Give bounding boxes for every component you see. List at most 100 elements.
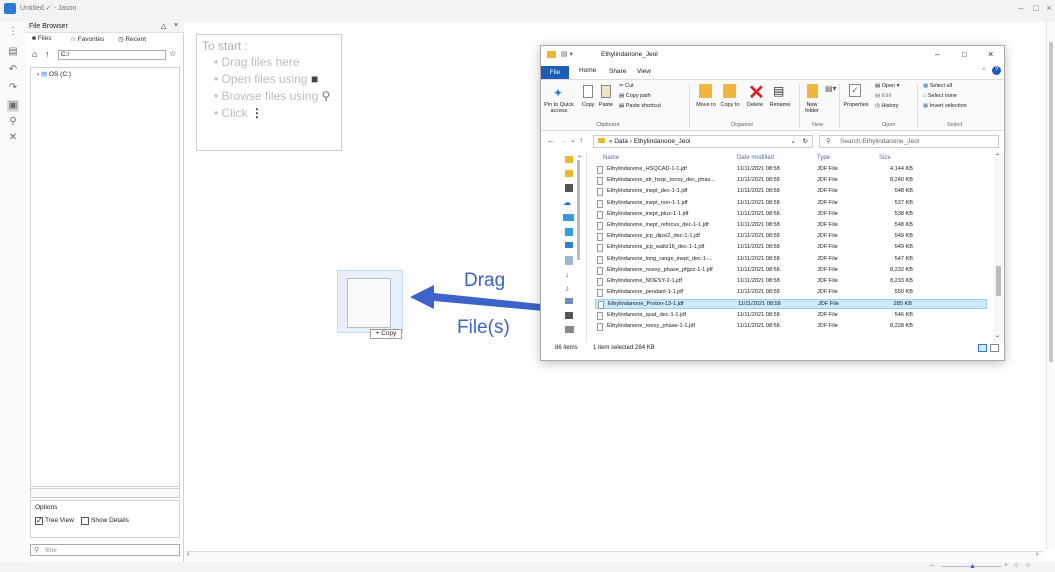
copy-path-button[interactable]: ▤ Copy path [619, 93, 651, 99]
tree-horizontal-scrollbar[interactable] [30, 488, 180, 498]
save-icon[interactable]: ▤ [7, 46, 19, 58]
onedrive-icon[interactable]: ☁ [563, 198, 571, 207]
rename-button[interactable]: Rename [767, 102, 793, 108]
close-button[interactable]: × [1042, 3, 1055, 15]
zoom-in-icon[interactable]: + [1004, 562, 1008, 569]
zoom-out-icon[interactable]: – [930, 562, 934, 569]
file-row[interactable]: Ethylindanone_quat_dec-1-1.jdf 11/11/2021… [595, 311, 987, 321]
copy-to-button[interactable]: Copy to [718, 102, 742, 108]
column-name[interactable]: Name [603, 155, 619, 161]
file-row[interactable]: Ethylindanone_inept_non-1-1.jdf 11/11/202… [595, 199, 987, 209]
file-row[interactable]: Ethylindanone_inept_refocus_dec-1-1.jdf 1… [595, 221, 987, 231]
up-icon[interactable]: ↑ [579, 136, 583, 145]
nav-document-icon[interactable] [565, 184, 573, 192]
paste-shortcut-button[interactable]: ▤ Paste shortcut [619, 103, 661, 109]
pictures-icon[interactable] [565, 298, 573, 304]
undo-icon[interactable]: ↶ [7, 64, 19, 76]
details-view-icon[interactable] [978, 344, 987, 352]
forward-icon[interactable]: → [559, 136, 567, 145]
address-bar[interactable]: « Data › Ethylindanone_Jeol ⌄ ↻ [593, 135, 813, 148]
explorer-minimize-button[interactable]: – [935, 50, 939, 59]
scroll-up-icon[interactable]: ⌃ [995, 153, 1000, 160]
refresh-icon[interactable]: ↻ [803, 136, 808, 147]
large-icons-view-icon[interactable] [990, 344, 999, 352]
main-vertical-scrollbar[interactable] [1046, 22, 1055, 550]
file-row[interactable]: Ethylindanone_NOESY-2-1.jdf 11/11/2021 08… [595, 277, 987, 287]
file-row[interactable]: Ethylindanone_HSQCAD-1-1.jdf 11/11/2021 0… [595, 165, 987, 175]
menu-home[interactable]: Home [579, 67, 596, 74]
move-to-button[interactable]: Move to [694, 102, 718, 108]
column-size[interactable]: Size [879, 155, 891, 161]
objects-icon[interactable] [565, 228, 573, 236]
invert-selection-button[interactable]: ▦ Invert selection [923, 103, 967, 109]
documents-icon[interactable] [565, 256, 573, 265]
delete-button[interactable]: Delete [743, 102, 767, 108]
scroll-down-icon[interactable]: ⌄ [995, 332, 1000, 339]
main-horizontal-scrollbar[interactable]: ‹ › [186, 551, 1044, 560]
scroll-right-icon[interactable]: › [1036, 551, 1038, 558]
select-none-button[interactable]: □ Select none [923, 93, 957, 99]
filter-input[interactable]: ⚲ filter [30, 544, 180, 556]
recent-dropdown-icon[interactable]: ⌄ [570, 136, 576, 144]
drive-icon[interactable] [565, 326, 574, 333]
edit-button[interactable]: ▤ Edit [875, 93, 891, 99]
paste-button[interactable]: Paste [597, 102, 615, 108]
menu-share[interactable]: Share [609, 68, 626, 75]
home-icon[interactable]: ⌂ [32, 49, 37, 59]
desktop-icon[interactable] [565, 242, 573, 248]
main-vertical-scroll-thumb[interactable] [1049, 42, 1053, 362]
copy-button[interactable]: Copy [579, 102, 597, 108]
select-all-button[interactable]: ▦ Select all [923, 83, 952, 89]
pin-to-quick-access-button[interactable]: Pin to Quick access [541, 102, 577, 114]
show-details-checkbox[interactable] [81, 517, 89, 525]
tab-files[interactable]: ■ Files [32, 35, 51, 42]
scroll-left-icon[interactable]: ‹ [187, 551, 189, 558]
file-row[interactable]: Ethylindanone_jcp_waltz16_dec-1-1.jdf 11/… [595, 243, 987, 253]
scroll-thumb[interactable] [996, 266, 1001, 296]
redo-icon[interactable]: ↷ [7, 82, 19, 94]
back-icon[interactable]: ← [547, 136, 555, 145]
zoom-slider-handle[interactable]: ▲ [969, 563, 976, 570]
search-icon[interactable]: ⚲ [7, 116, 19, 128]
column-type[interactable]: Type [817, 155, 830, 161]
explorer-search-input[interactable]: ⚲ Search Ethylindanone_Jeol [819, 135, 999, 148]
tab-recent[interactable]: ◷ Recent [118, 35, 146, 43]
minimize-button[interactable]: – [1014, 3, 1028, 15]
this-pc-icon[interactable] [563, 214, 574, 221]
tab-favorites[interactable]: ☆ Favorites [70, 35, 104, 43]
videos-icon[interactable] [565, 312, 573, 319]
tree-view-checkbox[interactable]: ✓ [35, 516, 43, 525]
quick-access-icon[interactable]: ▤ ▾ [561, 50, 573, 58]
menu-dots-icon[interactable]: ⋮ [7, 26, 19, 38]
collapse-ribbon-icon[interactable]: ⌃ [981, 67, 987, 75]
file-row[interactable]: Ethylindanone_pendant-1-1.jdf 11/11/2021 … [595, 288, 987, 298]
file-row[interactable]: Ethylindanone_idr_hsqc_tocsy_dec_phas...… [595, 176, 987, 186]
up-arrow-icon[interactable]: ↑ [45, 49, 50, 59]
new-folder-button[interactable]: New folder [801, 102, 823, 114]
menu-view[interactable]: View [637, 68, 651, 75]
cut-button[interactable]: ✂ Cut [619, 83, 634, 89]
explorer-maximize-button[interactable]: □ [962, 50, 967, 59]
new-item-icon[interactable]: ▤▾ [825, 84, 837, 93]
downloads-icon[interactable]: ↓ [565, 270, 569, 279]
panel-close-icon[interactable]: × [174, 22, 178, 29]
maximize-button[interactable]: □ [1029, 3, 1043, 15]
zoom-reset-icon[interactable]: ○ [1026, 562, 1030, 569]
explorer-close-button[interactable]: × [988, 49, 993, 59]
nav-scrollbar[interactable] [577, 160, 580, 260]
favorite-star-icon[interactable]: ☆ [169, 49, 176, 58]
nav-folder-icon[interactable] [565, 156, 573, 163]
tools-icon[interactable]: ✕ [7, 132, 19, 144]
open-button[interactable]: ▤ Open ▾ [875, 83, 900, 89]
file-row[interactable]: Ethylindanone_long_range_inept_dec-1-...… [595, 255, 987, 265]
zoom-fit-icon[interactable]: ○ [1014, 562, 1018, 569]
file-browser-icon[interactable]: ▣ [7, 100, 19, 112]
file-row[interactable]: Ethylindanone_jcp_dipsi2_dec-1-1.jdf 11/1… [595, 232, 987, 242]
explorer-vertical-scrollbar[interactable]: ⌃ ⌄ [993, 152, 1003, 342]
menu-file[interactable]: File [541, 66, 569, 79]
undock-icon[interactable]: △ [161, 22, 166, 30]
file-row[interactable]: Ethylindanone_roesy_phase-1-1.jdf 11/11/2… [595, 322, 987, 332]
column-date-modified[interactable]: Date modified [737, 155, 774, 161]
file-row[interactable]: Ethylindanone_noesy_phase_pfgzz-1-1.jdf 1… [595, 266, 987, 276]
file-row[interactable]: Ethylindanone_inept_dec-1-1.jdf 11/11/202… [595, 187, 987, 197]
